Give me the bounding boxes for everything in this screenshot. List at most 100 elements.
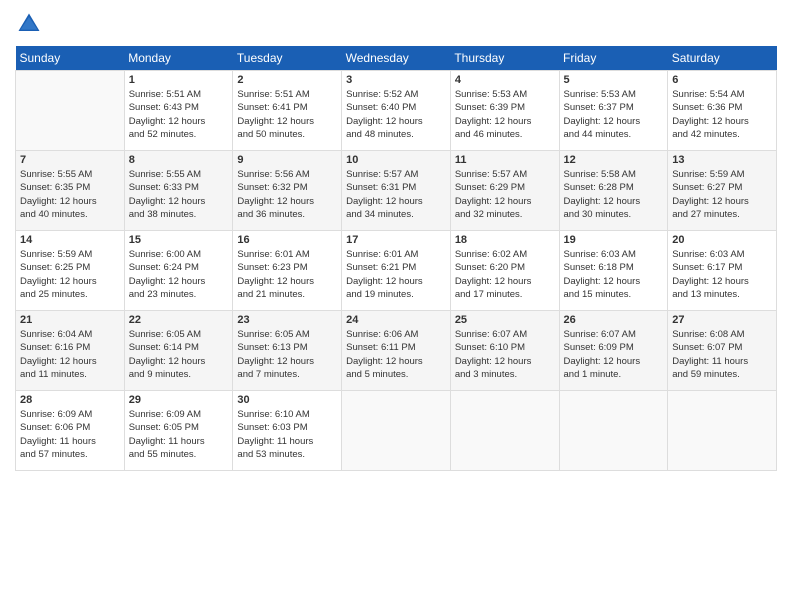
day-number: 6 <box>672 74 772 86</box>
calendar-cell: 24 Sunrise: 6:06 AM Sunset: 6:11 PM Dayli… <box>342 311 451 391</box>
calendar-cell: 10 Sunrise: 5:57 AM Sunset: 6:31 PM Dayli… <box>342 151 451 231</box>
day-number: 23 <box>237 314 337 326</box>
day-number: 21 <box>20 314 120 326</box>
day-info: Sunrise: 6:01 AM Sunset: 6:21 PM Dayligh… <box>346 248 446 301</box>
day-number: 7 <box>20 154 120 166</box>
day-info: Sunrise: 5:57 AM Sunset: 6:29 PM Dayligh… <box>455 168 555 221</box>
day-info: Sunrise: 6:10 AM Sunset: 6:03 PM Dayligh… <box>237 408 337 461</box>
calendar-cell <box>559 391 668 471</box>
calendar-cell: 18Sunrise: 6:02 AM Sunset: 6:20 PM Dayli… <box>450 231 559 311</box>
calendar-cell: 15 Sunrise: 6:00 AM Sunset: 6:24 PM Dayli… <box>124 231 233 311</box>
calendar-container: Sunday Monday Tuesday Wednesday Thursday… <box>0 0 792 612</box>
calendar-cell: 17 Sunrise: 6:01 AM Sunset: 6:21 PM Dayli… <box>342 231 451 311</box>
header <box>15 10 777 38</box>
day-info: Sunrise: 5:56 AM Sunset: 6:32 PM Dayligh… <box>237 168 337 221</box>
day-number: 28 <box>20 394 120 406</box>
day-number: 8 <box>129 154 229 166</box>
col-monday: Monday <box>124 46 233 71</box>
calendar-cell: 25 Sunrise: 6:07 AM Sunset: 6:10 PM Dayli… <box>450 311 559 391</box>
day-info: Sunrise: 5:55 AM Sunset: 6:35 PM Dayligh… <box>20 168 120 221</box>
calendar-cell: 13Sunrise: 5:59 AM Sunset: 6:27 PM Dayli… <box>668 151 777 231</box>
calendar-week-3: 14 Sunrise: 5:59 AM Sunset: 6:25 PM Dayli… <box>16 231 777 311</box>
calendar-week-2: 7 Sunrise: 5:55 AM Sunset: 6:35 PM Daylig… <box>16 151 777 231</box>
day-number: 18 <box>455 234 555 246</box>
calendar-cell: 7 Sunrise: 5:55 AM Sunset: 6:35 PM Daylig… <box>16 151 125 231</box>
day-info: Sunrise: 5:57 AM Sunset: 6:31 PM Dayligh… <box>346 168 446 221</box>
day-info: Sunrise: 5:54 AM Sunset: 6:36 PM Dayligh… <box>672 88 772 141</box>
day-info: Sunrise: 5:52 AM Sunset: 6:40 PM Dayligh… <box>346 88 446 141</box>
calendar-cell: 26 Sunrise: 6:07 AM Sunset: 6:09 PM Dayli… <box>559 311 668 391</box>
day-number: 19 <box>564 234 664 246</box>
calendar-week-1: 1 Sunrise: 5:51 AM Sunset: 6:43 PM Daylig… <box>16 71 777 151</box>
calendar-cell: 23 Sunrise: 6:05 AM Sunset: 6:13 PM Dayli… <box>233 311 342 391</box>
calendar-cell: 4 Sunrise: 5:53 AM Sunset: 6:39 PM Daylig… <box>450 71 559 151</box>
calendar-cell: 12Sunrise: 5:58 AM Sunset: 6:28 PM Dayli… <box>559 151 668 231</box>
calendar-cell: 11 Sunrise: 5:57 AM Sunset: 6:29 PM Dayli… <box>450 151 559 231</box>
calendar-cell: 20 Sunrise: 6:03 AM Sunset: 6:17 PM Dayli… <box>668 231 777 311</box>
calendar-cell: 16 Sunrise: 6:01 AM Sunset: 6:23 PM Dayli… <box>233 231 342 311</box>
day-info: Sunrise: 6:04 AM Sunset: 6:16 PM Dayligh… <box>20 328 120 381</box>
logo <box>15 10 47 38</box>
day-number: 30 <box>237 394 337 406</box>
day-number: 4 <box>455 74 555 86</box>
day-info: Sunrise: 6:06 AM Sunset: 6:11 PM Dayligh… <box>346 328 446 381</box>
day-number: 10 <box>346 154 446 166</box>
calendar-cell: 22Sunrise: 6:05 AM Sunset: 6:14 PM Dayli… <box>124 311 233 391</box>
header-row: Sunday Monday Tuesday Wednesday Thursday… <box>16 46 777 71</box>
day-info: Sunrise: 6:01 AM Sunset: 6:23 PM Dayligh… <box>237 248 337 301</box>
day-number: 11 <box>455 154 555 166</box>
day-number: 12 <box>564 154 664 166</box>
day-number: 25 <box>455 314 555 326</box>
calendar-week-5: 28 Sunrise: 6:09 AM Sunset: 6:06 PM Dayli… <box>16 391 777 471</box>
col-thursday: Thursday <box>450 46 559 71</box>
day-info: Sunrise: 6:03 AM Sunset: 6:18 PM Dayligh… <box>564 248 664 301</box>
day-number: 29 <box>129 394 229 406</box>
day-number: 15 <box>129 234 229 246</box>
calendar-cell: 27Sunrise: 6:08 AM Sunset: 6:07 PM Dayli… <box>668 311 777 391</box>
day-number: 17 <box>346 234 446 246</box>
calendar-cell: 2 Sunrise: 5:51 AM Sunset: 6:41 PM Daylig… <box>233 71 342 151</box>
day-info: Sunrise: 6:05 AM Sunset: 6:14 PM Dayligh… <box>129 328 229 381</box>
col-tuesday: Tuesday <box>233 46 342 71</box>
day-number: 20 <box>672 234 772 246</box>
calendar-cell: 9 Sunrise: 5:56 AM Sunset: 6:32 PM Daylig… <box>233 151 342 231</box>
calendar-cell: 14 Sunrise: 5:59 AM Sunset: 6:25 PM Dayli… <box>16 231 125 311</box>
day-number: 2 <box>237 74 337 86</box>
logo-icon <box>15 10 43 38</box>
day-number: 26 <box>564 314 664 326</box>
day-info: Sunrise: 5:51 AM Sunset: 6:41 PM Dayligh… <box>237 88 337 141</box>
day-number: 1 <box>129 74 229 86</box>
day-info: Sunrise: 5:55 AM Sunset: 6:33 PM Dayligh… <box>129 168 229 221</box>
calendar-cell: 8 Sunrise: 5:55 AM Sunset: 6:33 PM Daylig… <box>124 151 233 231</box>
day-info: Sunrise: 5:53 AM Sunset: 6:37 PM Dayligh… <box>564 88 664 141</box>
day-number: 16 <box>237 234 337 246</box>
day-info: Sunrise: 6:05 AM Sunset: 6:13 PM Dayligh… <box>237 328 337 381</box>
calendar-table: Sunday Monday Tuesday Wednesday Thursday… <box>15 46 777 471</box>
day-number: 14 <box>20 234 120 246</box>
col-wednesday: Wednesday <box>342 46 451 71</box>
day-number: 24 <box>346 314 446 326</box>
calendar-cell: 19 Sunrise: 6:03 AM Sunset: 6:18 PM Dayli… <box>559 231 668 311</box>
day-number: 9 <box>237 154 337 166</box>
calendar-cell <box>342 391 451 471</box>
day-info: Sunrise: 6:09 AM Sunset: 6:05 PM Dayligh… <box>129 408 229 461</box>
col-sunday: Sunday <box>16 46 125 71</box>
day-info: Sunrise: 5:59 AM Sunset: 6:25 PM Dayligh… <box>20 248 120 301</box>
day-number: 13 <box>672 154 772 166</box>
calendar-cell <box>16 71 125 151</box>
day-info: Sunrise: 6:07 AM Sunset: 6:09 PM Dayligh… <box>564 328 664 381</box>
day-info: Sunrise: 6:07 AM Sunset: 6:10 PM Dayligh… <box>455 328 555 381</box>
day-info: Sunrise: 5:53 AM Sunset: 6:39 PM Dayligh… <box>455 88 555 141</box>
calendar-cell <box>668 391 777 471</box>
day-info: Sunrise: 6:00 AM Sunset: 6:24 PM Dayligh… <box>129 248 229 301</box>
col-friday: Friday <box>559 46 668 71</box>
day-info: Sunrise: 6:03 AM Sunset: 6:17 PM Dayligh… <box>672 248 772 301</box>
day-info: Sunrise: 5:51 AM Sunset: 6:43 PM Dayligh… <box>129 88 229 141</box>
calendar-cell: 28 Sunrise: 6:09 AM Sunset: 6:06 PM Dayli… <box>16 391 125 471</box>
calendar-cell: 29 Sunrise: 6:09 AM Sunset: 6:05 PM Dayli… <box>124 391 233 471</box>
day-info: Sunrise: 6:09 AM Sunset: 6:06 PM Dayligh… <box>20 408 120 461</box>
calendar-cell <box>450 391 559 471</box>
day-number: 27 <box>672 314 772 326</box>
calendar-cell: 30 Sunrise: 6:10 AM Sunset: 6:03 PM Dayli… <box>233 391 342 471</box>
col-saturday: Saturday <box>668 46 777 71</box>
